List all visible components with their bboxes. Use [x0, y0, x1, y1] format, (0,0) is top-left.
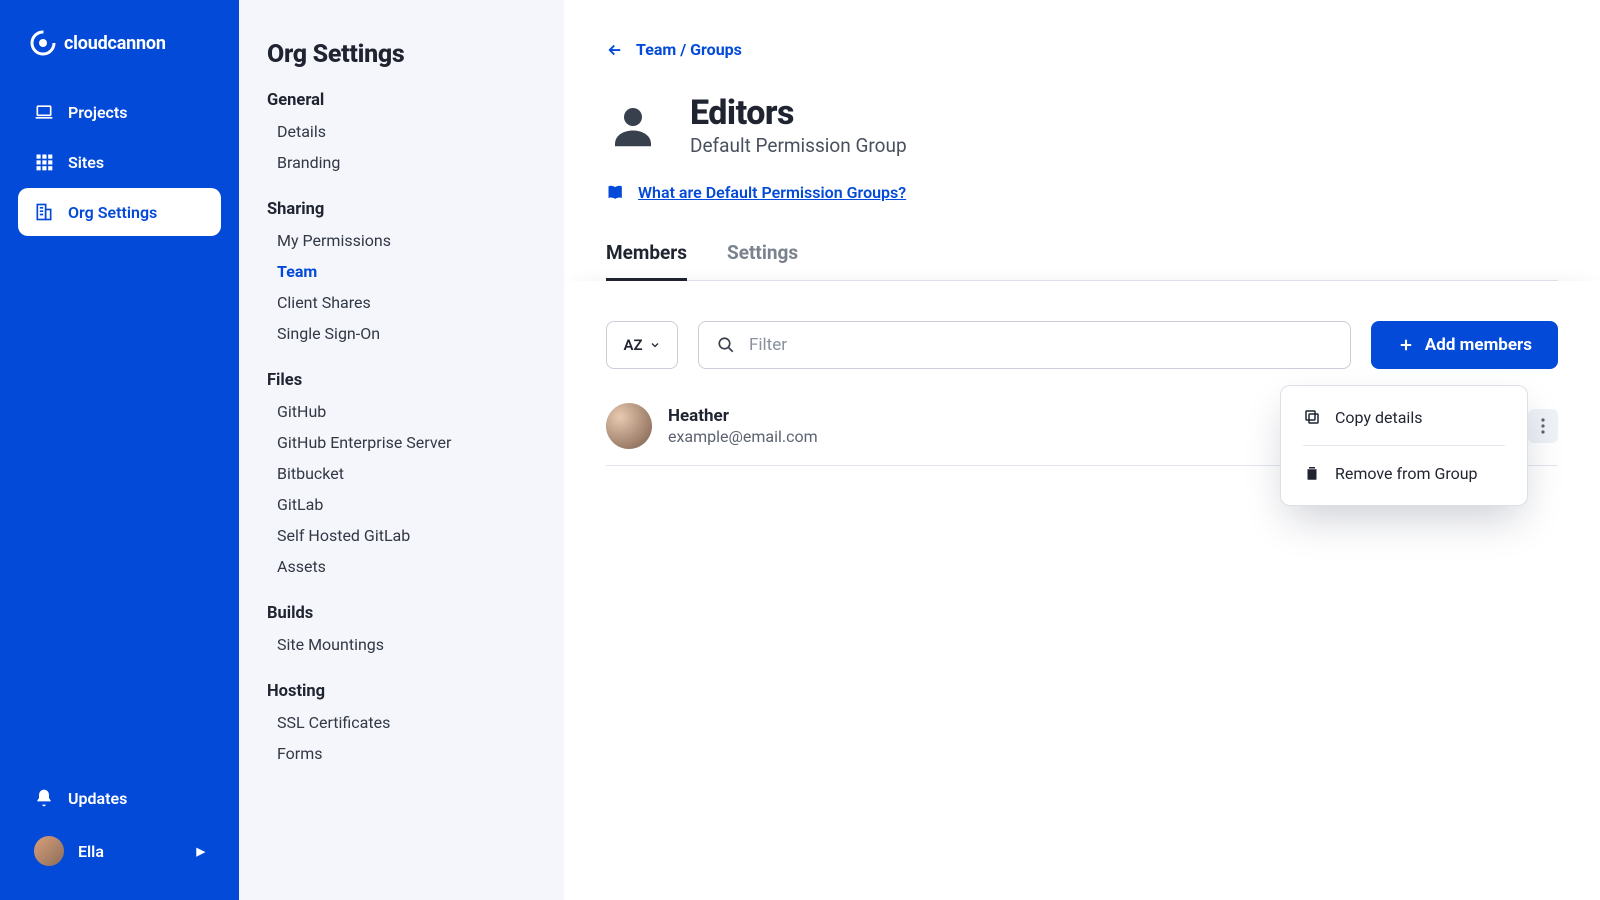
- member-avatar: [606, 403, 652, 449]
- link-bitbucket[interactable]: Bitbucket: [267, 458, 532, 489]
- link-github[interactable]: GitHub: [267, 396, 532, 427]
- menu-copy-details[interactable]: Copy details: [1281, 396, 1527, 439]
- info-link[interactable]: What are Default Permission Groups?: [606, 183, 906, 203]
- tabs: Members Settings: [606, 241, 1558, 281]
- menu-divider: [1303, 445, 1505, 446]
- info-link-text: What are Default Permission Groups?: [638, 183, 906, 202]
- link-client-shares[interactable]: Client Shares: [267, 287, 532, 318]
- group-files-label: Files: [267, 371, 532, 390]
- arrow-left-icon: [606, 41, 624, 59]
- link-ghes[interactable]: GitHub Enterprise Server: [267, 427, 532, 458]
- sidebar-primary: cloudcannon Projects Sites Org Settings …: [0, 0, 239, 900]
- menu-remove-from-group[interactable]: Remove from Group: [1281, 452, 1527, 495]
- sidebar-secondary: Org Settings General Details Branding Sh…: [239, 0, 564, 900]
- updates-label: Updates: [68, 789, 127, 808]
- breadcrumb-text: Team / Groups: [636, 40, 742, 59]
- link-sso[interactable]: Single Sign-On: [267, 318, 532, 349]
- tab-settings[interactable]: Settings: [727, 241, 798, 281]
- context-menu: Copy details Remove from Group: [1280, 385, 1528, 506]
- member-email: example@email.com: [668, 427, 818, 446]
- link-details[interactable]: Details: [267, 116, 532, 147]
- laptop-icon: [34, 102, 54, 122]
- link-ssl[interactable]: SSL Certificates: [267, 707, 532, 738]
- trash-icon: [1303, 464, 1321, 482]
- brand-name: cloudcannon: [64, 33, 166, 54]
- filter-input[interactable]: [749, 322, 1350, 368]
- copy-icon: [1303, 408, 1321, 426]
- updates-button[interactable]: Updates: [18, 774, 221, 822]
- group-avatar-icon: [606, 99, 660, 153]
- chevron-right-icon: ▶: [197, 845, 205, 858]
- row-actions-button[interactable]: [1528, 409, 1558, 443]
- secondary-title: Org Settings: [267, 40, 532, 69]
- user-menu[interactable]: Ella ▶: [18, 822, 221, 880]
- link-self-gitlab[interactable]: Self Hosted GitLab: [267, 520, 532, 551]
- nav-org-settings-label: Org Settings: [68, 203, 157, 222]
- link-my-permissions[interactable]: My Permissions: [267, 225, 532, 256]
- main-panel: Team / Groups Editors Default Permission…: [564, 0, 1600, 900]
- building-icon: [34, 202, 54, 222]
- sort-button[interactable]: AZ: [606, 321, 678, 369]
- member-row[interactable]: Heather example@email.com Copy details R…: [606, 385, 1558, 466]
- link-gitlab[interactable]: GitLab: [267, 489, 532, 520]
- menu-copy-label: Copy details: [1335, 408, 1422, 427]
- person-icon: [606, 99, 660, 153]
- filter-field[interactable]: [698, 321, 1351, 369]
- group-builds-label: Builds: [267, 604, 532, 623]
- chevron-down-icon: [649, 339, 661, 351]
- menu-remove-label: Remove from Group: [1335, 464, 1478, 483]
- group-hosting-label: Hosting: [267, 682, 532, 701]
- search-icon: [717, 336, 735, 354]
- logo-icon: [30, 30, 56, 56]
- add-members-label: Add members: [1425, 335, 1532, 355]
- nav-sites-label: Sites: [68, 153, 104, 172]
- link-team[interactable]: Team: [267, 256, 532, 287]
- plus-icon: [1397, 336, 1415, 354]
- grid-icon: [34, 152, 54, 172]
- content-panel: AZ Add members Heather example@email.com: [564, 281, 1600, 900]
- link-site-mountings[interactable]: Site Mountings: [267, 629, 532, 660]
- bell-icon: [34, 788, 54, 808]
- group-title: Editors: [690, 95, 907, 132]
- add-members-button[interactable]: Add members: [1371, 321, 1558, 369]
- group-subtitle: Default Permission Group: [690, 134, 907, 157]
- tab-members[interactable]: Members: [606, 241, 687, 281]
- nav-projects[interactable]: Projects: [18, 88, 221, 136]
- link-assets[interactable]: Assets: [267, 551, 532, 582]
- link-forms[interactable]: Forms: [267, 738, 532, 769]
- nav-sites[interactable]: Sites: [18, 138, 221, 186]
- user-avatar: [34, 836, 64, 866]
- link-branding[interactable]: Branding: [267, 147, 532, 178]
- sort-label: AZ: [623, 336, 642, 354]
- member-name: Heather: [668, 406, 818, 426]
- book-icon: [606, 183, 626, 203]
- brand-logo[interactable]: cloudcannon: [0, 20, 239, 88]
- group-general-label: General: [267, 91, 532, 110]
- group-sharing-label: Sharing: [267, 200, 532, 219]
- user-name: Ella: [78, 842, 104, 861]
- kebab-icon: [1541, 418, 1545, 434]
- nav-projects-label: Projects: [68, 103, 128, 122]
- nav-org-settings[interactable]: Org Settings: [18, 188, 221, 236]
- breadcrumb-back[interactable]: Team / Groups: [606, 40, 742, 59]
